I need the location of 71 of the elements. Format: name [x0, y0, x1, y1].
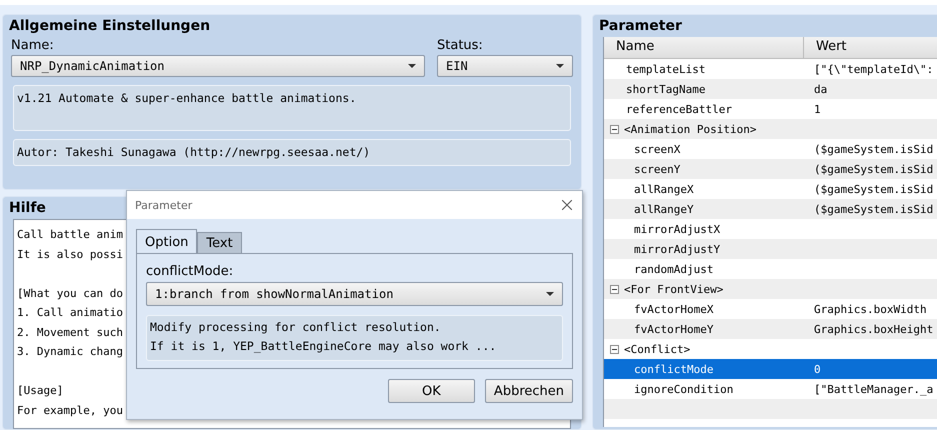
table-row[interactable]: shortTagName da — [604, 79, 937, 99]
help-text-line: 3. Dynamic chang — [17, 344, 123, 360]
dropdown[interactable]: 1:branch from showNormalAnimation — [146, 282, 563, 306]
description-line: Modify processing for conflict resolution. — [150, 319, 442, 336]
table-row[interactable]: <Animation Position> — [604, 119, 937, 139]
help-text-line: It is also possi — [17, 246, 123, 262]
parameter-value: ($gameSystem.isSid — [814, 202, 934, 216]
parameter-name: conflictMode — [634, 362, 714, 376]
parameter-name: randomAdjust — [634, 262, 714, 276]
parameter-value: 1 — [814, 102, 821, 116]
table-row[interactable]: allRangeY ($gameSystem.isSid — [604, 199, 937, 219]
caret-icon — [546, 292, 554, 296]
help-text-line: [What you can do — [17, 286, 123, 302]
parameter-name: screenY — [634, 162, 680, 176]
collapse-icon[interactable] — [610, 344, 619, 354]
parameter-name: fvActorHomeX — [634, 302, 714, 316]
dropdown[interactable]: NRP_DynamicAnimation — [11, 55, 425, 77]
panel-title: Parameter — [599, 18, 682, 34]
table-row[interactable]: conflictMode 0 — [604, 359, 937, 379]
panel-title: Allgemeine Einstellungen — [9, 18, 210, 34]
caret-icon — [556, 64, 564, 68]
cancel-button[interactable]: Abbrechen — [484, 379, 573, 403]
field-label: Status: — [437, 38, 484, 53]
parameter-value: ["{\"templateId\": — [814, 62, 934, 76]
help-text-line: 1. Call animatio — [17, 305, 123, 321]
parameter-value: ($gameSystem.isSid — [814, 182, 934, 196]
parameter-value: ["BattleManager._a — [814, 382, 934, 396]
table-row[interactable]: screenY ($gameSystem.isSid — [604, 159, 937, 179]
parameter-value: Graphics.boxWidth — [814, 302, 927, 316]
table-row[interactable]: fvActorHomeY Graphics.boxHeight — [604, 319, 937, 339]
author-box: Autor: Takeshi Sunagawa (http://newrpg.seesaa.net/) — [13, 139, 571, 166]
help-text-line: 2. Movement such — [17, 324, 123, 340]
tab[interactable]: Text — [197, 232, 242, 254]
parameter-name: referenceBattler — [626, 102, 732, 116]
parameter-name: allRangeY — [634, 202, 694, 216]
table-row[interactable]: <For FrontView> — [604, 279, 937, 299]
parameter-name: mirrorAdjustX — [634, 222, 720, 236]
parameter-name: <Animation Position> — [624, 122, 756, 136]
dropdown[interactable]: EIN — [437, 55, 573, 77]
parameter-name: ignoreCondition — [634, 382, 734, 396]
description-box: v1.21 Automate & super-enhance battle animations. — [13, 85, 571, 131]
column-header: Name — [604, 37, 804, 58]
table-row[interactable]: mirrorAdjustY — [604, 239, 937, 259]
ok-button[interactable]: OK — [388, 379, 475, 403]
parameter-name: screenX — [634, 142, 680, 156]
description-line: If it is 1, YEP_BattleEngineCore may also work ... — [150, 338, 498, 355]
parameter-name: fvActorHomeY — [634, 322, 714, 336]
parameter-value: da — [814, 82, 828, 96]
help-text-line: Call battle anim — [17, 227, 123, 243]
parameter-name: mirrorAdjustY — [634, 242, 720, 256]
parameter-name: templateList — [626, 62, 706, 76]
panel-title: Hilfe — [9, 200, 46, 216]
parameter-value: 0 — [814, 362, 821, 376]
field-label: Name: — [11, 38, 55, 53]
parameter-value: ($gameSystem.isSid — [814, 162, 934, 176]
collapse-icon[interactable] — [610, 124, 619, 134]
parameter-name: <For FrontView> — [624, 282, 724, 296]
parameter-value: Graphics.boxHeight — [814, 322, 934, 336]
field-label: conflictMode: — [146, 264, 234, 279]
close-icon[interactable] — [562, 200, 572, 210]
parameter-value: ($gameSystem.isSid — [814, 142, 934, 156]
dialog-title: Parameter — [135, 198, 192, 212]
caret-icon — [408, 64, 416, 68]
parameter-name: shortTagName — [626, 82, 706, 96]
help-text-line: For example, you — [17, 402, 123, 418]
parameter-name: allRangeX — [634, 182, 694, 196]
help-text-line: [Usage] — [17, 383, 64, 399]
tab[interactable]: Option — [136, 229, 198, 254]
parameter-name: <Conflict> — [624, 342, 690, 356]
collapse-icon[interactable] — [610, 284, 619, 294]
column-header: Wert — [815, 38, 847, 56]
